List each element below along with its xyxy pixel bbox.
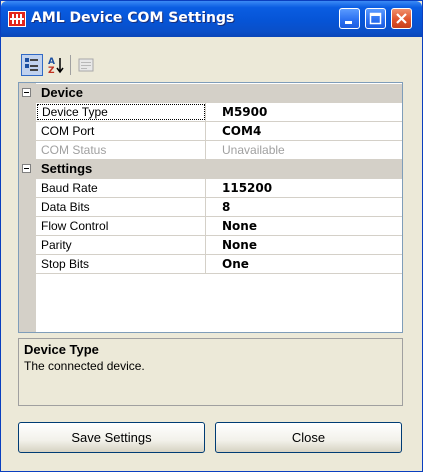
- minimize-button[interactable]: [339, 8, 360, 29]
- property-value: None: [222, 238, 257, 252]
- property-row-baud-rate[interactable]: Baud Rate 115200: [36, 179, 402, 198]
- property-row-parity[interactable]: Parity None: [36, 236, 402, 255]
- grid-gutter: [19, 83, 36, 332]
- category-label: Device: [41, 85, 83, 100]
- description-panel: Device Type The connected device.: [18, 338, 403, 406]
- maximize-button[interactable]: [365, 8, 386, 29]
- property-row-stop-bits[interactable]: Stop Bits One: [36, 255, 402, 274]
- property-row-device-type[interactable]: Device Type M5900: [36, 103, 402, 122]
- property-value: One: [222, 257, 249, 271]
- property-name: Data Bits: [36, 198, 206, 216]
- sort-az-icon: A Z: [48, 57, 64, 76]
- minimize-icon: [345, 21, 352, 24]
- title-bar[interactable]: AML Device COM Settings: [1, 1, 422, 37]
- property-name: Stop Bits: [36, 255, 206, 273]
- property-row-flow-control[interactable]: Flow Control None: [36, 217, 402, 236]
- maximize-icon: [369, 12, 382, 25]
- settings-window: AML Device COM Settings A Z Device Devic…: [0, 0, 423, 472]
- collapse-device-icon[interactable]: [22, 88, 31, 97]
- close-icon: [396, 13, 407, 24]
- property-value: None: [222, 219, 257, 233]
- property-name: Baud Rate: [36, 179, 206, 197]
- property-row-com-status[interactable]: COM Status Unavailable: [36, 141, 402, 160]
- category-device[interactable]: Device: [19, 84, 402, 103]
- categorized-button[interactable]: [21, 54, 43, 76]
- alphabetical-button[interactable]: A Z: [45, 54, 67, 76]
- description-text: The connected device.: [24, 359, 145, 373]
- categorized-icon: [25, 58, 38, 71]
- property-value: COM4: [222, 124, 262, 138]
- close-window-button[interactable]: [391, 8, 412, 29]
- category-label: Settings: [41, 161, 93, 176]
- svg-text:Z: Z: [48, 66, 55, 76]
- window-title: AML Device COM Settings: [31, 10, 235, 26]
- toolbar-separator: [70, 55, 71, 75]
- property-name: Parity: [36, 236, 206, 254]
- collapse-settings-icon[interactable]: [22, 164, 31, 173]
- property-name: COM Status: [36, 141, 206, 159]
- property-value: 115200: [222, 181, 273, 195]
- close-button[interactable]: Close: [215, 422, 402, 453]
- category-settings[interactable]: Settings: [19, 160, 402, 179]
- property-name: COM Port: [36, 122, 206, 140]
- property-row-data-bits[interactable]: Data Bits 8: [36, 198, 402, 217]
- property-grid[interactable]: Device Device Type M5900 COM Port COM4 C…: [18, 82, 403, 333]
- property-value: 8: [222, 200, 231, 214]
- property-name: Flow Control: [36, 217, 206, 235]
- property-row-com-port[interactable]: COM Port COM4: [36, 122, 402, 141]
- property-name: Device Type: [36, 103, 206, 121]
- property-value: M5900: [222, 105, 268, 119]
- property-value: Unavailable: [222, 143, 285, 157]
- app-icon: [8, 11, 26, 27]
- property-pages-button[interactable]: [75, 54, 97, 76]
- save-settings-button[interactable]: Save Settings: [18, 422, 205, 453]
- description-title: Device Type: [24, 342, 99, 357]
- property-pages-icon: [78, 58, 94, 72]
- property-grid-toolbar: A Z: [14, 51, 94, 79]
